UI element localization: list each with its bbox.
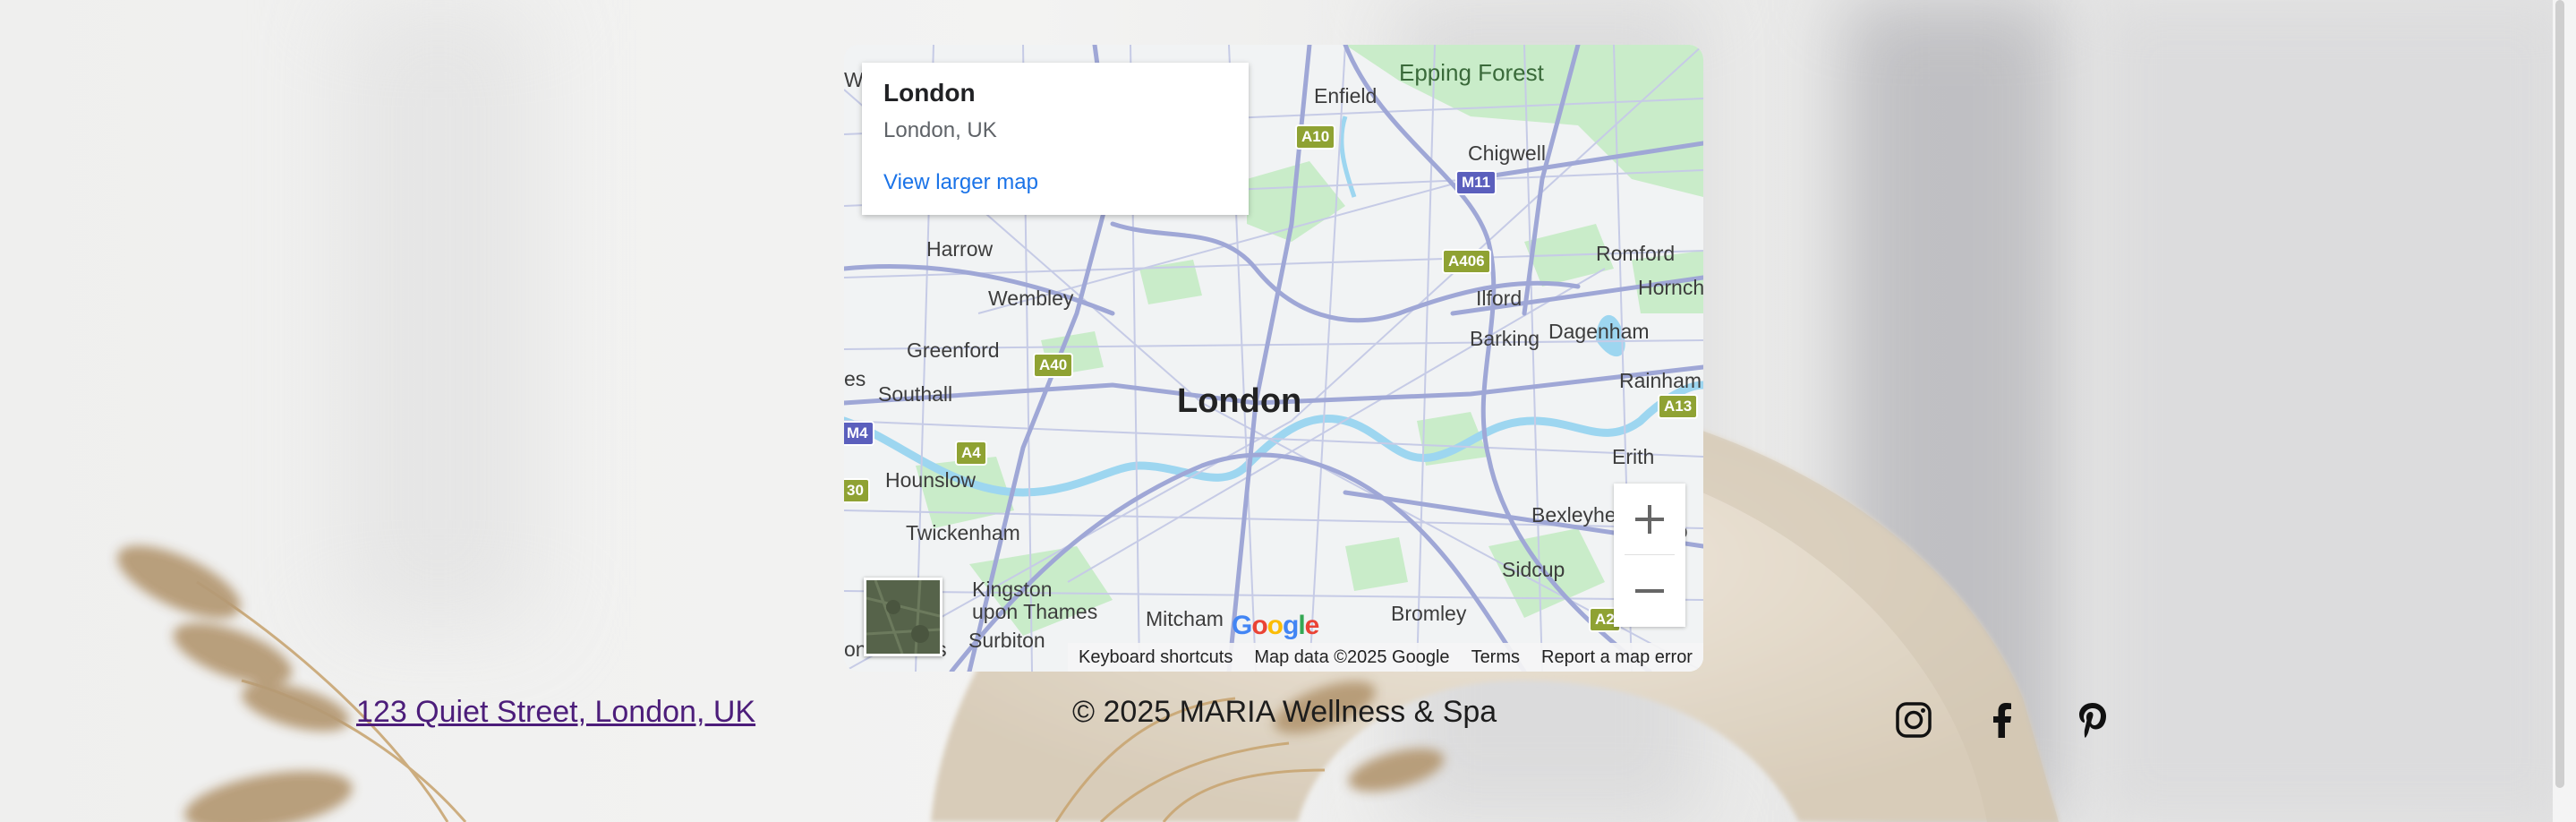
- map-label-barking: Barking: [1470, 327, 1540, 350]
- map-label-greenford: Greenford: [907, 338, 1000, 362]
- map-label-rainham: Rainham: [1619, 369, 1702, 392]
- map-label-bromley: Bromley: [1391, 602, 1467, 625]
- road-badge-a10: A10: [1295, 124, 1336, 150]
- zoom-controls: [1614, 484, 1685, 627]
- map-label-harrow: Harrow: [926, 237, 994, 261]
- map-label-london: London: [1177, 382, 1302, 420]
- info-card-subtitle: London, UK: [883, 118, 997, 142]
- view-larger-map-link[interactable]: View larger map: [883, 170, 1038, 195]
- address-link[interactable]: 123 Quiet Street, London, UK: [356, 695, 755, 730]
- keyboard-shortcuts-link[interactable]: Keyboard shortcuts: [1068, 647, 1243, 668]
- road-badge-m11: M11: [1455, 170, 1497, 195]
- map-label-kingston: Kingston: [972, 578, 1053, 601]
- map-label-w: W: [844, 68, 864, 91]
- map-label-chigwell: Chigwell: [1468, 141, 1546, 165]
- info-card-title: London: [883, 79, 976, 107]
- road-badge-a406: A406: [1442, 249, 1491, 274]
- map-data-text: Map data ©2025 Google: [1254, 646, 1450, 667]
- report-map-error-link[interactable]: Report a map error: [1531, 647, 1703, 668]
- map-label-southall: Southall: [878, 382, 953, 406]
- map-label-hounslow: Hounslow: [885, 468, 976, 492]
- satellite-thumbnail-icon: [866, 580, 940, 654]
- road-badge-a13: A13: [1658, 394, 1699, 419]
- road-badge-m4: M4: [844, 421, 874, 446]
- map-label-surbiton: Surbiton: [968, 629, 1045, 652]
- map-label-es: es: [844, 367, 866, 390]
- map-label-wembley: Wembley: [988, 287, 1074, 310]
- map-label-mitcham: Mitcham: [1146, 607, 1224, 630]
- instagram-icon[interactable]: [1894, 700, 1933, 740]
- pinterest-icon[interactable]: [2073, 700, 2112, 740]
- map-label-romford: Romford: [1596, 242, 1676, 265]
- road-badge-a4: A4: [955, 441, 987, 466]
- map-label-dagenham: Dagenham: [1548, 320, 1650, 343]
- map-label-epping-forest: Epping Forest: [1399, 59, 1544, 86]
- copyright-text: © 2025 MARIA Wellness & Spa: [1072, 695, 1497, 729]
- map-attribution-bar: Keyboard shortcuts Map data ©2025 Google…: [1068, 643, 1703, 672]
- map-label-twickenham: Twickenham: [906, 521, 1020, 544]
- map-info-card: London London, UK View larger map: [862, 63, 1249, 215]
- road-badge-a40: A40: [1033, 353, 1074, 378]
- map-label-ilford: Ilford: [1476, 287, 1523, 310]
- google-map-embed[interactable]: London Epping Forest Enfield Chigwell Ha…: [844, 45, 1703, 672]
- minus-icon: [1635, 589, 1664, 593]
- terms-link[interactable]: Terms: [1461, 647, 1531, 668]
- google-logo: Google: [1232, 611, 1319, 640]
- map-label-hornchurch: Hornch: [1638, 276, 1703, 299]
- facebook-icon[interactable]: [1983, 700, 2022, 740]
- plus-icon: [1635, 505, 1664, 534]
- map-label-erith: Erith: [1612, 445, 1655, 468]
- zoom-out-button[interactable]: [1614, 555, 1685, 627]
- scrollbar-thumb[interactable]: [2555, 0, 2564, 788]
- zoom-in-button[interactable]: [1614, 484, 1685, 555]
- map-label-enfield: Enfield: [1314, 84, 1378, 107]
- map-label-sidcup: Sidcup: [1502, 558, 1565, 581]
- map-label-upon-thames: upon Thames: [972, 600, 1098, 623]
- road-badge-a30: 30: [844, 478, 870, 503]
- satellite-view-toggle[interactable]: [864, 578, 943, 656]
